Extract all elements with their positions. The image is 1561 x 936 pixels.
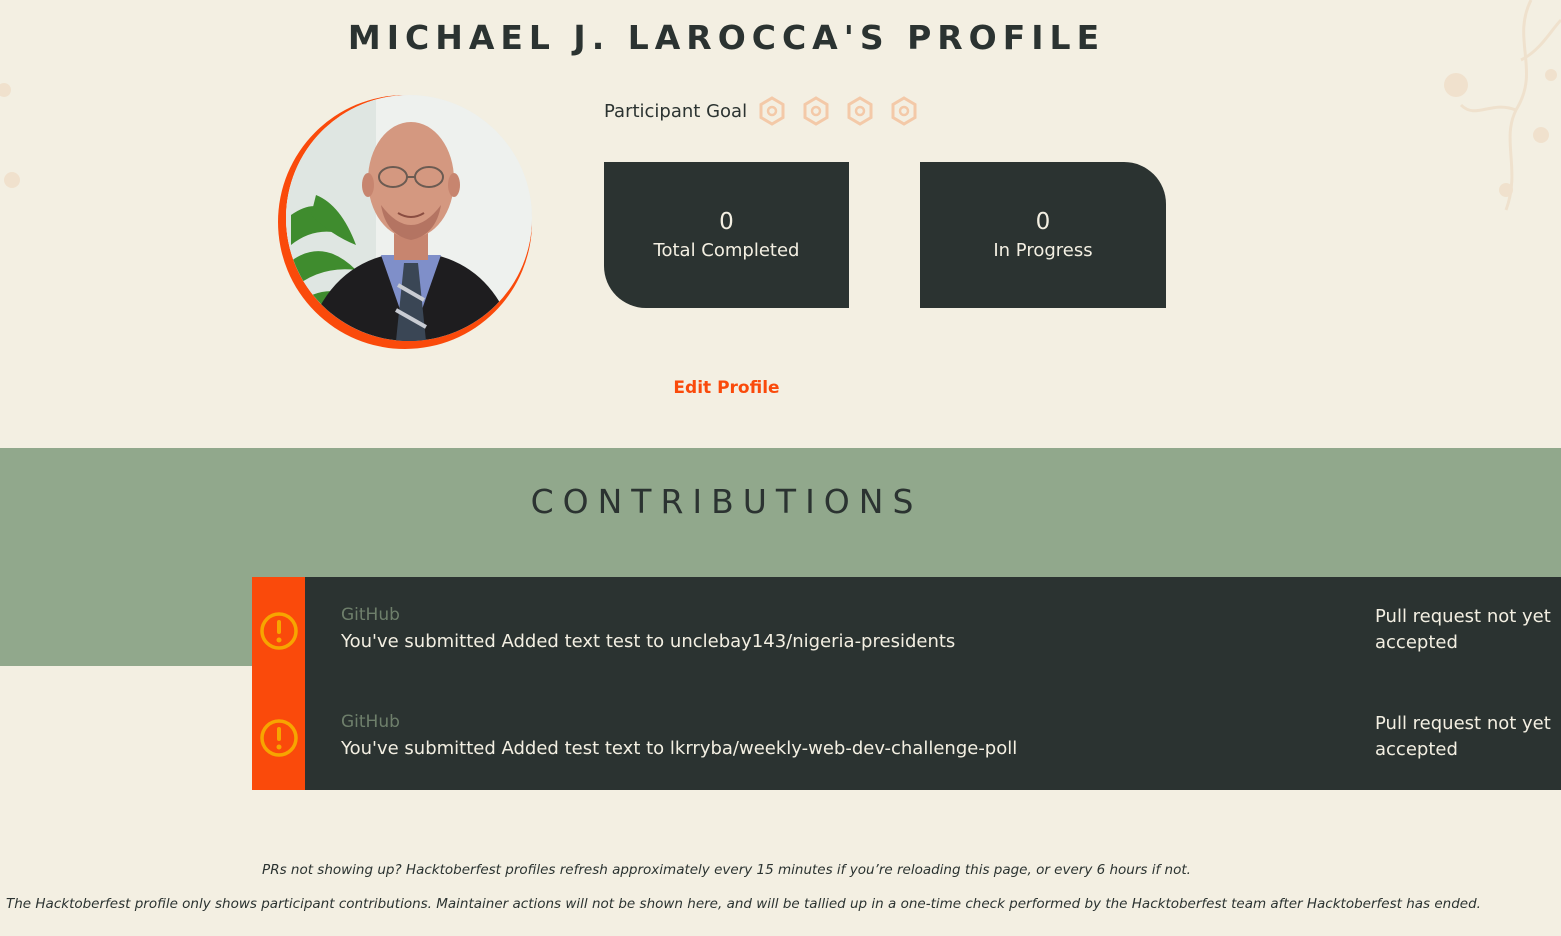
in-progress-label: In Progress — [993, 240, 1093, 262]
hacktoberfest-badge-icon — [759, 96, 785, 126]
in-progress-count: 0 — [1035, 208, 1051, 235]
contribution-item[interactable]: GitHub You've submitted Added text test … — [252, 577, 1561, 683]
contribution-source: GitHub — [341, 712, 400, 732]
total-completed-label: Total Completed — [653, 240, 800, 262]
hacktoberfest-badge-icon — [847, 96, 873, 126]
page-title: MICHAEL J. LAROCCA'S PROFILE — [347, 18, 1106, 57]
edit-profile-link[interactable]: Edit Profile — [0, 378, 1453, 398]
warning-icon — [260, 612, 298, 650]
total-completed-card: 0 Total Completed — [604, 162, 849, 308]
contributions-title: CONTRIBUTIONS — [530, 482, 923, 521]
in-progress-card: 0 In Progress — [920, 162, 1166, 308]
total-completed-count: 0 — [719, 208, 734, 235]
contribution-status: Pull request not yet accepted — [1375, 713, 1551, 760]
participant-goal: Participant Goal — [604, 96, 919, 126]
contributions-list: GitHub You've submitted Added text test … — [252, 577, 1561, 790]
maintainer-note: The Hacktoberfest profile only shows par… — [6, 896, 1481, 912]
warning-icon — [260, 719, 298, 757]
contribution-description: You've submitted Added text test to uncl… — [341, 631, 956, 652]
contribution-source: GitHub — [341, 605, 400, 625]
contribution-item[interactable]: GitHub You've submitted Added test text … — [252, 684, 1561, 790]
contribution-status: Pull request not yet accepted — [1375, 606, 1551, 653]
contribution-description: You've submitted Added test text to lkrr… — [341, 738, 1018, 759]
avatar-photo — [286, 95, 532, 341]
goal-label: Participant Goal — [604, 100, 748, 122]
hacktoberfest-badge-icon — [803, 96, 829, 126]
refresh-note: PRs not showing up? Hacktoberfest profil… — [262, 862, 1191, 878]
avatar-container — [278, 95, 534, 351]
goal-progress-icons — [757, 96, 919, 126]
avatar — [286, 95, 532, 341]
hacktoberfest-badge-icon — [891, 96, 917, 126]
